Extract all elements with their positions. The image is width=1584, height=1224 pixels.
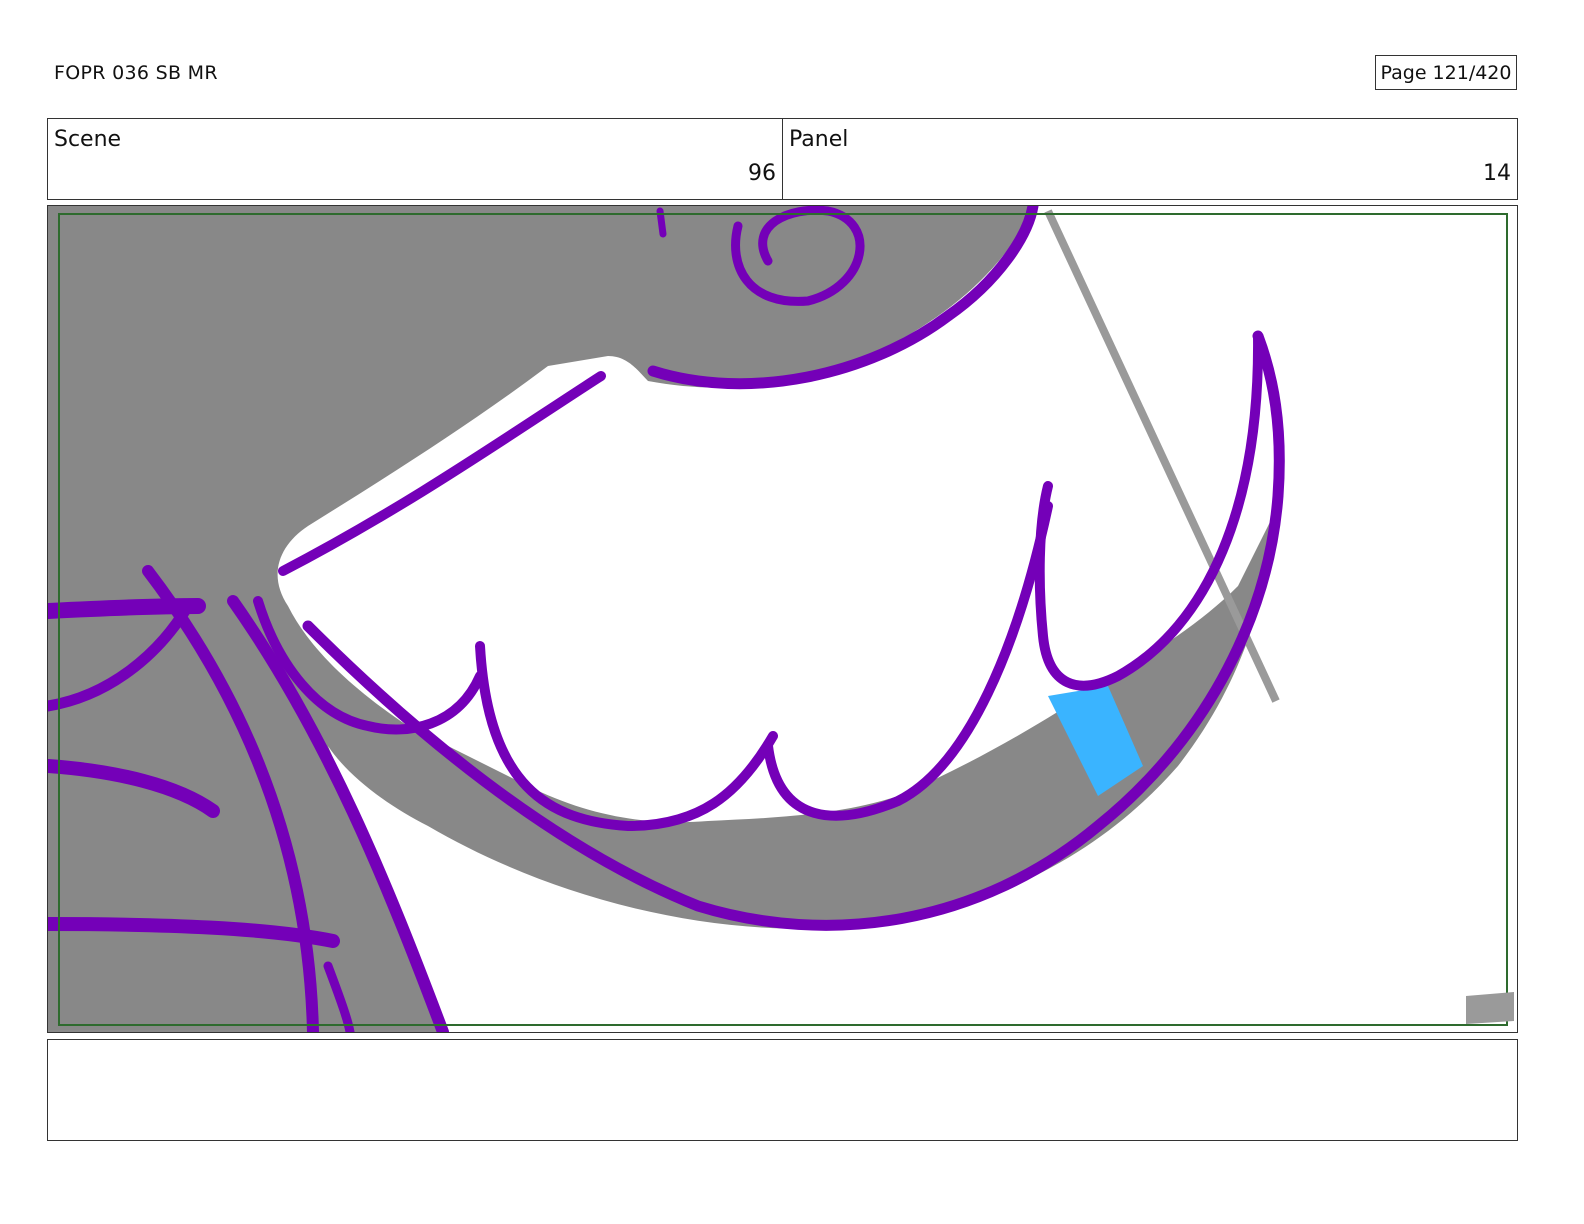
notes-area: [47, 1039, 1518, 1141]
page-indicator-label: Page 121/420: [1380, 61, 1512, 84]
panel-number: 14: [1483, 161, 1511, 186]
panel-label: Panel: [789, 127, 849, 152]
document-title: FOPR 036 SB MR: [54, 62, 218, 84]
storyboard-drawing: [48, 206, 1514, 1032]
gray-shadow-mass: [48, 206, 1278, 1032]
gray-smudge: [1466, 992, 1514, 1024]
scene-number: 96: [748, 161, 776, 186]
panel-cell: Panel 14: [782, 119, 1517, 199]
page-indicator: Page 121/420: [1375, 55, 1517, 90]
scene-cell: Scene 96: [48, 119, 782, 199]
ink-left-bar-top: [48, 598, 206, 619]
storyboard-frame: [47, 205, 1518, 1033]
scene-panel-table: Scene 96 Panel 14: [47, 118, 1518, 200]
scene-label: Scene: [54, 127, 122, 152]
